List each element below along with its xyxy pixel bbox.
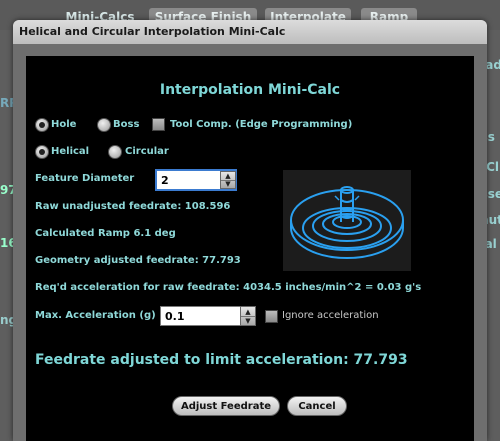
max-acceleration-input[interactable]: 0.1 <box>160 306 242 326</box>
calculated-ramp-text: Calculated Ramp 6.1 deg <box>35 228 176 239</box>
geometry-feedrate-text: Geometry adjusted feedrate: 77.793 <box>35 255 241 266</box>
cancel-button[interactable]: Cancel <box>287 396 347 416</box>
feature-diameter-label: Feature Diameter <box>35 173 135 184</box>
tool-comp-label: Tool Comp. (Edge Programming) <box>170 119 353 130</box>
boss-radio[interactable] <box>97 118 111 132</box>
dialog-title: Helical and Circular Interpolation Mini-… <box>19 25 286 38</box>
tool-comp-checkbox[interactable] <box>152 118 165 131</box>
feature-diameter-stepper[interactable]: ▲ ▼ <box>220 171 236 189</box>
helical-label: Helical <box>51 146 90 157</box>
max-acceleration-label: Max. Acceleration (g) <box>35 310 156 321</box>
helical-radio[interactable] <box>35 145 49 159</box>
adjusted-feedrate-result: Feedrate adjusted to limit acceleration:… <box>35 352 408 368</box>
required-acceleration-text: Req'd acceleration for raw feedrate: 403… <box>35 282 422 293</box>
dialog-panel: Interpolation Mini-Calc Hole Boss Tool C… <box>26 56 474 441</box>
boss-label: Boss <box>113 119 140 130</box>
ignore-acceleration-label: Ignore acceleration <box>282 310 379 321</box>
hole-label: Hole <box>51 119 77 130</box>
stepper-down-icon[interactable]: ▼ <box>221 180 235 188</box>
ignore-acceleration-checkbox[interactable] <box>265 310 278 323</box>
hole-radio[interactable] <box>35 118 49 132</box>
circular-radio[interactable] <box>108 145 122 159</box>
circular-label: Circular <box>125 146 169 157</box>
dialog-heading: Interpolation Mini-Calc <box>159 82 341 98</box>
dialog-titlebar[interactable]: Helical and Circular Interpolation Mini-… <box>13 20 487 44</box>
stepper-down-icon[interactable]: ▼ <box>241 316 255 325</box>
interpolation-dialog: Helical and Circular Interpolation Mini-… <box>13 20 487 441</box>
adjust-feedrate-button[interactable]: Adjust Feedrate <box>172 396 280 416</box>
helix-interpolation-icon <box>283 170 411 271</box>
raw-feedrate-text: Raw unadjusted feedrate: 108.596 <box>35 201 231 212</box>
max-acceleration-stepper[interactable]: ▲ ▼ <box>240 306 256 326</box>
helix-drawing <box>290 186 404 259</box>
